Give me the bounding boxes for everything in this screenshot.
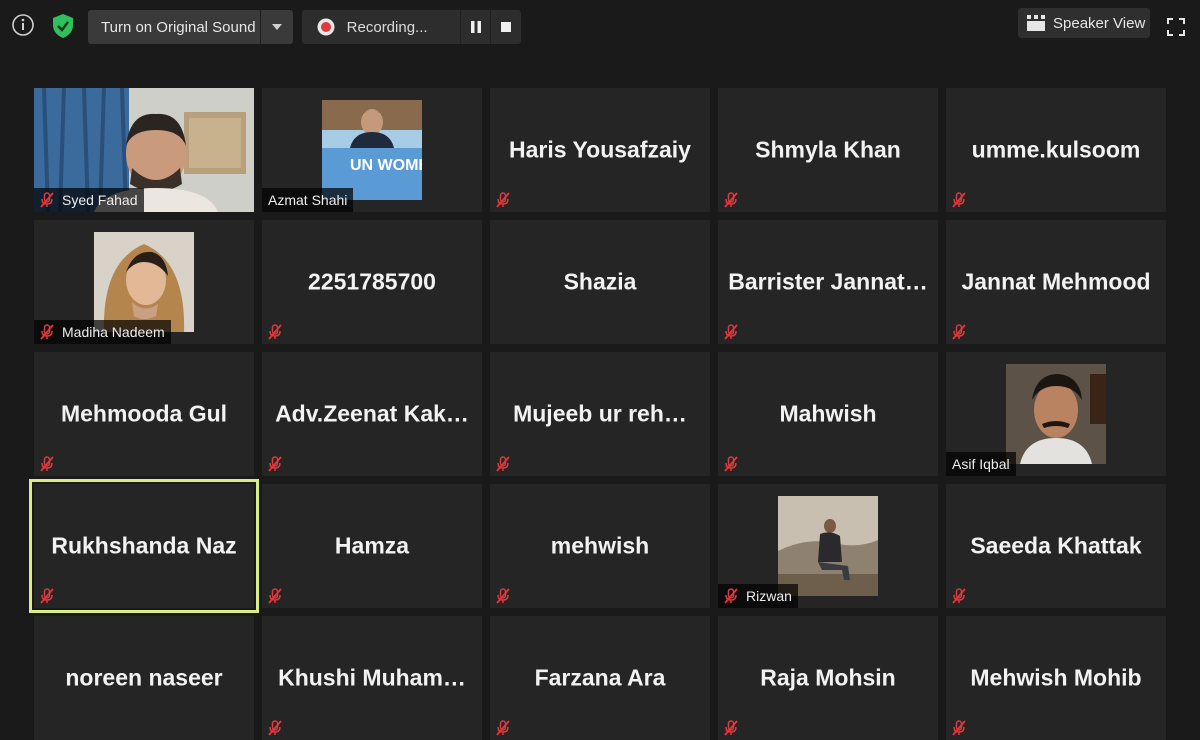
muted-mic-icon xyxy=(38,586,56,606)
muted-mic-icon xyxy=(266,718,284,738)
muted-mic-icon xyxy=(950,322,968,342)
participant-name-label: Madiha Nadeem xyxy=(34,320,171,344)
participant-name-label: Rizwan xyxy=(718,584,798,608)
participant-name: Adv.Zeenat Kak… xyxy=(275,400,469,427)
participant-tile-active-speaker[interactable]: Rukhshanda Naz xyxy=(29,479,259,613)
muted-mic-icon xyxy=(266,586,284,606)
speaker-view-button[interactable]: Speaker View xyxy=(1018,8,1150,38)
participant-name: 2251785700 xyxy=(308,268,436,295)
participant-tile[interactable]: Farzana Ara xyxy=(490,616,710,740)
record-icon xyxy=(315,16,337,38)
participant-tile[interactable]: Mujeeb ur reh… xyxy=(490,352,710,476)
muted-mic-icon xyxy=(722,322,740,342)
original-sound-control: Turn on Original Sound xyxy=(88,10,293,44)
participant-name: Khushi Muham… xyxy=(278,664,466,691)
chevron-down-icon[interactable] xyxy=(261,10,293,44)
stop-recording-button[interactable] xyxy=(490,10,521,44)
participant-photo xyxy=(94,232,194,332)
participant-name: Rizwan xyxy=(746,588,792,604)
speaker-view-label: Speaker View xyxy=(1053,14,1146,32)
muted-mic-icon xyxy=(38,190,56,210)
muted-mic-icon xyxy=(950,190,968,210)
participant-name: mehwish xyxy=(550,532,650,559)
participant-tile[interactable]: mehwish xyxy=(490,484,710,608)
participant-name: Azmat Shahi xyxy=(268,192,348,208)
participant-tile[interactable]: Madiha Nadeem xyxy=(34,220,254,344)
participant-tile[interactable]: Mahwish xyxy=(718,352,938,476)
participant-name: Syed Fahad xyxy=(62,192,138,208)
gallery-grid: Syed Fahad UN WOMEN Azmat Shahi Haris Yo… xyxy=(29,88,1166,740)
participant-name: Shazia xyxy=(563,268,637,295)
muted-mic-icon xyxy=(722,718,740,738)
muted-mic-icon xyxy=(266,322,284,342)
participant-tile[interactable]: UN WOMEN Azmat Shahi xyxy=(262,88,482,212)
muted-mic-icon xyxy=(494,586,512,606)
recording-status: Recording... xyxy=(346,18,428,36)
participant-name: noreen naseer xyxy=(65,664,223,691)
photo-text: UN WOMEN xyxy=(350,157,422,174)
participant-photo: UN WOMEN xyxy=(322,100,422,200)
meeting-toolbar: Turn on Original Sound Recording... Spea… xyxy=(0,0,1200,54)
participant-name: Raja Mohsin xyxy=(760,664,896,691)
muted-mic-icon xyxy=(38,454,56,474)
participant-name: Mahwish xyxy=(779,400,877,427)
participant-tile[interactable]: Rizwan xyxy=(718,484,938,608)
participant-tile[interactable]: Khushi Muham… xyxy=(262,616,482,740)
participant-tile[interactable]: Syed Fahad xyxy=(34,88,254,212)
muted-mic-icon xyxy=(950,586,968,606)
participant-name: Jannat Mehmood xyxy=(961,268,1151,295)
participant-name: Mujeeb ur reh… xyxy=(513,400,687,427)
participant-name: Farzana Ara xyxy=(534,664,666,691)
participant-name-label: Syed Fahad xyxy=(34,188,144,212)
participant-tile[interactable]: Asif Iqbal xyxy=(946,352,1166,476)
participant-tile[interactable]: Shazia xyxy=(490,220,710,344)
participant-name: Saeeda Khattak xyxy=(970,532,1142,559)
original-sound-button[interactable]: Turn on Original Sound xyxy=(88,19,260,36)
participant-photo xyxy=(1006,364,1106,464)
muted-mic-icon xyxy=(950,718,968,738)
info-icon[interactable] xyxy=(10,12,36,38)
participant-tile[interactable]: Saeeda Khattak xyxy=(946,484,1166,608)
participant-name-label: Azmat Shahi xyxy=(262,188,354,212)
muted-mic-icon xyxy=(722,190,740,210)
participant-tile[interactable]: 2251785700 xyxy=(262,220,482,344)
speaker-view-icon xyxy=(1024,11,1048,35)
participant-name: Hamza xyxy=(334,532,410,559)
fullscreen-icon[interactable] xyxy=(1163,14,1189,40)
participant-tile[interactable]: Haris Yousafzaiy xyxy=(490,88,710,212)
participant-name: Mehmooda Gul xyxy=(60,400,228,427)
participant-photo xyxy=(778,496,878,596)
muted-mic-icon xyxy=(266,454,284,474)
participant-name: Mehwish Mohib xyxy=(970,664,1142,691)
muted-mic-icon xyxy=(722,586,740,606)
participant-tile[interactable]: Raja Mohsin xyxy=(718,616,938,740)
participant-tile[interactable]: umme.kulsoom xyxy=(946,88,1166,212)
participant-name: Barrister Jannat… xyxy=(728,268,928,295)
participant-tile[interactable]: Jannat Mehmood xyxy=(946,220,1166,344)
participant-tile[interactable]: Mehmooda Gul xyxy=(34,352,254,476)
participant-name: Madiha Nadeem xyxy=(62,324,165,340)
participant-name: Haris Yousafzaiy xyxy=(509,136,691,163)
shield-icon[interactable] xyxy=(48,12,78,40)
participant-name: Rukhshanda Naz xyxy=(51,532,237,559)
participant-tile[interactable]: Barrister Jannat… xyxy=(718,220,938,344)
participant-name: Shmyla Khan xyxy=(755,136,901,163)
participant-name: umme.kulsoom xyxy=(971,136,1141,163)
muted-mic-icon xyxy=(494,190,512,210)
muted-mic-icon xyxy=(38,322,56,342)
participant-tile[interactable]: Mehwish Mohib xyxy=(946,616,1166,740)
participant-tile[interactable]: Shmyla Khan xyxy=(718,88,938,212)
muted-mic-icon xyxy=(494,718,512,738)
participant-name-label: Asif Iqbal xyxy=(946,452,1016,476)
muted-mic-icon xyxy=(722,454,740,474)
participant-tile[interactable]: Hamza xyxy=(262,484,482,608)
muted-mic-icon xyxy=(494,454,512,474)
pause-recording-button[interactable] xyxy=(459,10,491,44)
participant-name: Asif Iqbal xyxy=(952,456,1010,472)
participant-tile[interactable]: noreen naseer xyxy=(34,616,254,740)
recording-indicator: Recording... xyxy=(302,10,521,44)
participant-tile[interactable]: Adv.Zeenat Kak… xyxy=(262,352,482,476)
